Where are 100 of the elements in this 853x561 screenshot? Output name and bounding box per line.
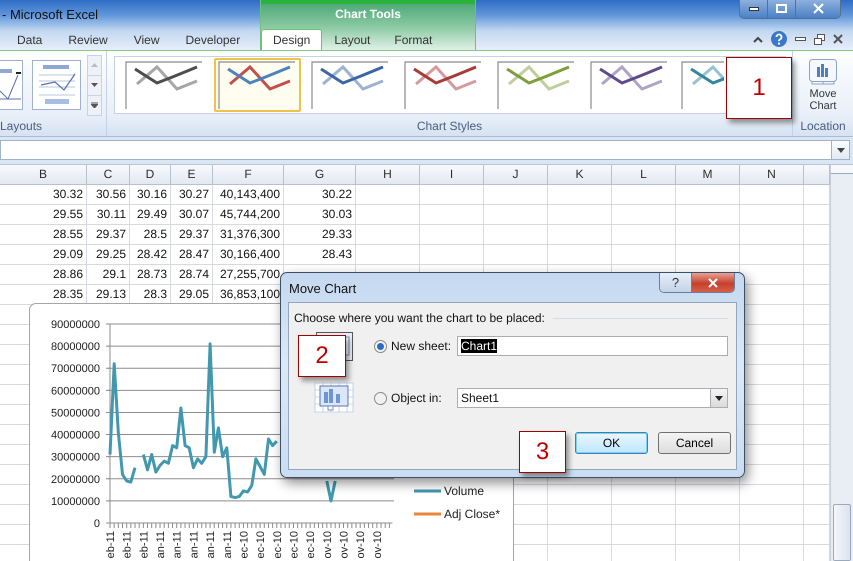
table-cell: 28.55 xyxy=(52,227,83,241)
table-cell: 28.73 xyxy=(136,267,167,281)
table-cell: 28.42 xyxy=(136,247,167,261)
table-cell: 30.32 xyxy=(52,187,83,201)
close-button[interactable] xyxy=(795,0,840,18)
axis-label: eb-11 xyxy=(122,531,134,558)
axis-label: 10000000 xyxy=(51,496,100,508)
radio-button[interactable] xyxy=(374,340,387,352)
more-button[interactable] xyxy=(88,96,101,114)
axis-label: ov-10 xyxy=(372,531,384,559)
table-cell: 29.49 xyxy=(136,207,167,221)
context-tab-title: Chart Tools xyxy=(334,6,402,23)
column-header[interactable]: E xyxy=(171,165,213,185)
table-cell: 45,744,200 xyxy=(220,207,280,221)
option-label[interactable]: New sheet: xyxy=(391,339,457,353)
ribbon-tab[interactable]: Layout xyxy=(322,29,382,50)
layout-thumbnail[interactable] xyxy=(32,60,81,110)
column-header[interactable]: M xyxy=(676,165,740,185)
minimize-icon[interactable] xyxy=(748,6,758,11)
table-cell: 30.27 xyxy=(178,187,209,201)
expand-icon[interactable] xyxy=(91,102,98,108)
axis-label: ec-10 xyxy=(238,531,250,559)
column-header[interactable]: I xyxy=(420,165,484,185)
ribbon-tab[interactable]: Format xyxy=(382,29,444,50)
scroll-thumb[interactable] xyxy=(833,504,851,561)
expand-button[interactable] xyxy=(831,140,850,160)
caret-icon[interactable] xyxy=(91,83,98,87)
column-header[interactable]: B xyxy=(0,165,87,185)
table-cell: 29.33 xyxy=(322,227,352,241)
chart-style-option[interactable] xyxy=(214,58,301,112)
ribbon-tab[interactable]: Data xyxy=(4,29,56,50)
close-icon[interactable] xyxy=(833,34,843,44)
caret-icon[interactable] xyxy=(836,148,844,152)
legend-label: Volume xyxy=(444,484,484,498)
layout-thumbnail[interactable] xyxy=(0,60,23,110)
axis-label: an-11 xyxy=(222,531,234,558)
table-cell: 28.43 xyxy=(322,247,352,261)
maximize-icon[interactable] xyxy=(776,4,787,14)
minimize-button[interactable] xyxy=(740,0,767,18)
close-button[interactable] xyxy=(692,273,734,292)
axis-label: ov-10 xyxy=(355,531,368,559)
move-chart-button[interactable]: Move Chart xyxy=(801,56,845,114)
column-header[interactable]: G xyxy=(284,165,356,185)
help-icon[interactable] xyxy=(771,31,787,48)
option-label[interactable]: Object in: xyxy=(391,391,457,405)
column-header[interactable]: L xyxy=(612,165,676,185)
table-cell: 29.37 xyxy=(178,227,209,241)
scrollbar[interactable] xyxy=(830,165,853,561)
table-cell: 28.3 xyxy=(144,287,167,301)
table-cell: 28.86 xyxy=(52,267,83,281)
group-label: Chart Styles xyxy=(416,119,484,135)
column-header[interactable]: D xyxy=(130,165,171,185)
embedded-chart-icon xyxy=(314,382,354,414)
column-header[interactable]: J xyxy=(484,165,548,185)
ribbon-tab[interactable]: Review xyxy=(55,29,121,50)
axis-label: eb-11 xyxy=(105,531,117,558)
axis-label: 30000000 xyxy=(51,452,100,464)
sheet-name-field[interactable]: Chart1 xyxy=(457,336,728,356)
axis-label: an-11 xyxy=(205,531,218,558)
minimize-icon[interactable] xyxy=(795,36,806,42)
ribbon-tab[interactable]: Developer xyxy=(172,29,254,50)
axis-label: ec-10 xyxy=(255,531,268,559)
ribbon-tab[interactable]: Design xyxy=(261,29,322,50)
group-label: Layouts xyxy=(0,119,44,135)
table-cell: 28.74 xyxy=(178,267,209,281)
maximize-button[interactable] xyxy=(767,0,795,18)
table-cell: 29.1 xyxy=(102,267,126,281)
help-button[interactable]: ? xyxy=(660,273,692,292)
restore-icon[interactable] xyxy=(814,34,825,45)
radio-button[interactable] xyxy=(374,392,387,404)
dialog-button[interactable]: OK xyxy=(575,432,648,454)
sheet-dropdown[interactable]: Sheet1 xyxy=(457,388,728,408)
scroll-down-button[interactable] xyxy=(88,76,101,96)
axis-label: an-11 xyxy=(155,531,168,558)
bar-chart-icon[interactable] xyxy=(809,58,837,84)
table-cell: 36,853,100 xyxy=(220,287,280,301)
table-cell: 30.11 xyxy=(96,207,126,221)
axis-label: 50000000 xyxy=(51,407,100,420)
table-cell: 40,143,400 xyxy=(220,187,280,201)
table-cell: 29.05 xyxy=(178,287,209,301)
axis-label: ec-10 xyxy=(305,531,318,559)
column-header[interactable]: K xyxy=(548,165,612,185)
column-header[interactable]: N xyxy=(740,165,804,185)
column-header[interactable]: H xyxy=(356,165,420,185)
table-cell: 30.56 xyxy=(96,187,126,201)
caret-icon[interactable] xyxy=(715,396,723,400)
axis-label: 0 xyxy=(94,518,100,530)
axis-label: 60000000 xyxy=(51,385,100,398)
ribbon-tab[interactable]: View xyxy=(120,29,173,50)
caret-icon[interactable] xyxy=(753,36,763,43)
dialog-prompt: Choose where you want the chart to be placed: xyxy=(294,311,545,325)
column-header[interactable]: C xyxy=(87,165,130,185)
axis-label: ec-10 xyxy=(288,531,300,559)
axis-label: ov-10 xyxy=(322,531,334,559)
step-callout: 2 xyxy=(298,335,346,377)
axis-label: ov-10 xyxy=(338,531,351,559)
legend-label: Adj Close* xyxy=(444,507,500,521)
column-header[interactable]: F xyxy=(213,165,284,185)
dialog-button[interactable]: Cancel xyxy=(658,432,731,454)
axis-label: eb-11 xyxy=(138,531,150,558)
